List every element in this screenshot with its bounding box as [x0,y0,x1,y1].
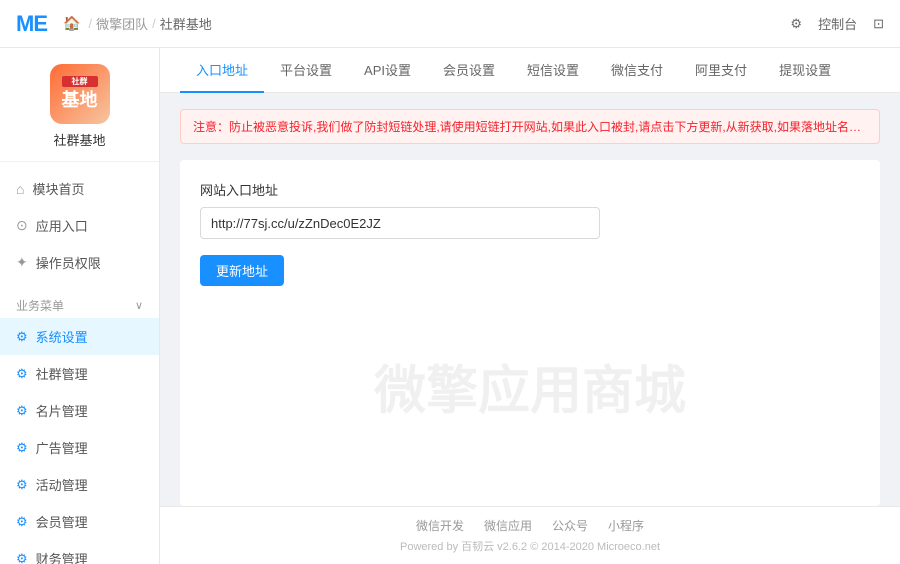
breadcrumb-sep2: / [152,16,156,31]
top-nav: ME 🏠 / 微擎团队 / 社群基地 ⚙ 控制台 ⊡ [0,0,900,48]
toggle-icon[interactable]: ∨ [135,299,143,312]
footer-powered: Powered by 百韧云 v2.6.2 © 2014-2020 Microe… [180,538,880,554]
menu-item-member[interactable]: ⚙ 会员管理 [0,503,159,540]
community-menu-label: 社群管理 [36,364,88,383]
logo-top-line: 社群 [62,76,98,88]
sidebar-section-title: 业务菜单 ∨ [0,289,159,318]
window-icon[interactable]: ⊡ [873,16,884,32]
tab-withdraw[interactable]: 提现设置 [763,48,847,93]
member-menu-icon: ⚙ [16,514,28,530]
sidebar-item-entry[interactable]: ⊙ 应用入口 [0,207,159,244]
content-area: 入口地址 平台设置 API设置 会员设置 短信设置 微信支付 阿里支付 提现设置… [160,48,900,564]
home-icon[interactable]: 🏠 [63,15,80,32]
console-link[interactable]: 控制台 [818,14,857,33]
tab-api[interactable]: API设置 [348,48,427,93]
alert-banner: 注意：防止被恶意投诉,我们做了防封短链处理,请使用短链打开网站,如果此入口被封,… [180,109,880,144]
member-menu-label: 会员管理 [36,512,88,531]
logo: ME [16,11,47,37]
tab-platform[interactable]: 平台设置 [264,48,348,93]
tab-wechat[interactable]: 微信支付 [595,48,679,93]
sidebar-item-operator[interactable]: ✦ 操作员权限 [0,244,159,281]
breadcrumb-sep1: / [88,16,92,31]
sidebar: 社群 基地 社群基地 ⌂ 模块首页 ⊙ 应用入口 ✦ 操作员权限 业务菜单 ∨ [0,48,160,564]
app-name: 社群基地 [53,130,105,149]
app-header: 社群 基地 社群基地 [0,48,159,162]
console-icon: ⚙ [790,16,802,32]
tab-entry[interactable]: 入口地址 [180,48,264,93]
menu-item-card[interactable]: ⚙ 名片管理 [0,392,159,429]
finance-menu-label: 财务管理 [36,549,88,564]
menu-item-ad[interactable]: ⚙ 广告管理 [0,429,159,466]
menu-item-community[interactable]: ⚙ 社群管理 [0,355,159,392]
right-actions: ⚙ 控制台 ⊡ [790,14,884,33]
card-menu-label: 名片管理 [36,401,88,420]
footer-link-miniprogram[interactable]: 小程序 [608,517,644,534]
breadcrumb-parent[interactable]: 微擎团队 [96,14,148,33]
footer: 微信开发 微信应用 公众号 小程序 Powered by 百韧云 v2.6.2 … [160,506,900,564]
menu-item-activity[interactable]: ⚙ 活动管理 [0,466,159,503]
system-menu-label: 系统设置 [36,327,88,346]
entry-nav-label: 应用入口 [36,216,88,235]
sidebar-item-home[interactable]: ⌂ 模块首页 [0,170,159,207]
system-menu-icon: ⚙ [16,329,28,345]
sidebar-nav: ⌂ 模块首页 ⊙ 应用入口 ✦ 操作员权限 [0,162,159,289]
footer-link-wechat-app[interactable]: 微信应用 [484,517,532,534]
url-input[interactable] [200,207,600,239]
watermark-text: 微擎应用商城 [374,349,686,424]
operator-nav-label: 操作员权限 [36,253,101,272]
tab-alipay[interactable]: 阿里支付 [679,48,763,93]
footer-link-official[interactable]: 公众号 [552,517,588,534]
operator-nav-icon: ✦ [16,254,28,271]
form-label: 网站入口地址 [200,180,860,199]
home-nav-icon: ⌂ [16,181,24,197]
section-label: 业务菜单 [16,297,64,314]
content-body: 注意：防止被恶意投诉,我们做了防封短链处理,请使用短链打开网站,如果此入口被封,… [160,93,900,506]
menu-item-system[interactable]: ⚙ 系统设置 [0,318,159,355]
footer-links: 微信开发 微信应用 公众号 小程序 [180,517,880,534]
entry-nav-icon: ⊙ [16,217,28,234]
tab-sms[interactable]: 短信设置 [511,48,595,93]
activity-menu-label: 活动管理 [36,475,88,494]
watermark-area: 微擎应用商城 [200,286,860,486]
alert-text: 注意：防止被恶意投诉,我们做了防封短链处理,请使用短链打开网站,如果此入口被封,… [193,120,880,134]
breadcrumb-current: 社群基地 [160,14,212,33]
community-menu-icon: ⚙ [16,366,28,382]
menu-item-finance[interactable]: ⚙ 财务管理 [0,540,159,564]
form-section: 网站入口地址 更新地址 微擎应用商城 [180,160,880,506]
card-menu-icon: ⚙ [16,403,28,419]
ad-menu-icon: ⚙ [16,440,28,456]
breadcrumb: 🏠 / 微擎团队 / 社群基地 [63,14,790,33]
ad-menu-label: 广告管理 [36,438,88,457]
tabs-bar: 入口地址 平台设置 API设置 会员设置 短信设置 微信支付 阿里支付 提现设置 [160,48,900,93]
logo-main: 基地 [62,89,98,112]
footer-link-wechat-dev[interactable]: 微信开发 [416,517,464,534]
home-nav-label: 模块首页 [32,179,84,198]
activity-menu-icon: ⚙ [16,477,28,493]
update-button[interactable]: 更新地址 [200,255,284,286]
finance-menu-icon: ⚙ [16,551,28,564]
main-layout: 社群 基地 社群基地 ⌂ 模块首页 ⊙ 应用入口 ✦ 操作员权限 业务菜单 ∨ [0,48,900,564]
tab-member[interactable]: 会员设置 [427,48,511,93]
app-logo: 社群 基地 [50,64,110,124]
